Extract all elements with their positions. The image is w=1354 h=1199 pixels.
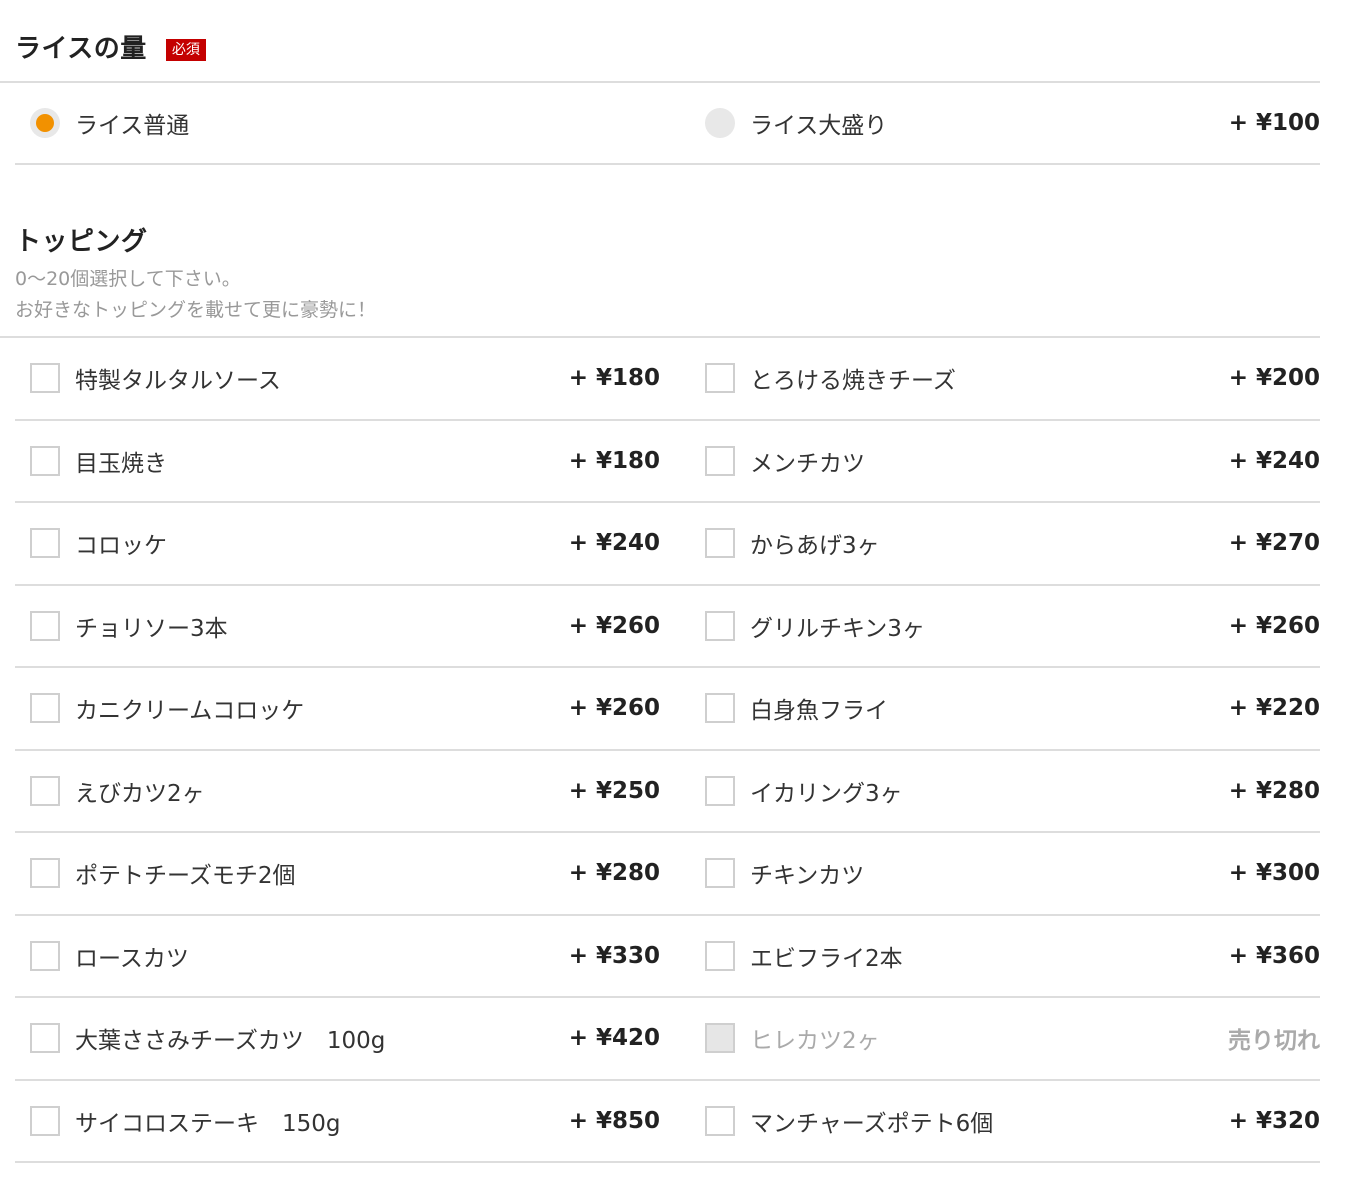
topping-option[interactable]: マンチャーズポテト6個 + ¥320 bbox=[690, 1081, 1320, 1161]
topping-option-label: からあげ3ヶ bbox=[750, 533, 880, 559]
topping-option-label: グリルチキン3ヶ bbox=[750, 615, 925, 642]
topping-option-label: エビフライ2本 bbox=[750, 945, 903, 972]
topping-option-label: サイコロステーキ 150g bbox=[75, 1110, 341, 1137]
topping-option[interactable]: コロッケ + ¥240 bbox=[15, 503, 660, 583]
rice-section-title: ライスの量 bbox=[15, 34, 147, 64]
topping-option: ヒレカツ2ヶ 売り切れ bbox=[690, 998, 1320, 1078]
topping-option-price: + ¥360 bbox=[1228, 942, 1320, 969]
topping-option[interactable]: ロースカツ + ¥330 bbox=[15, 916, 660, 996]
topping-option[interactable]: チキンカツ + ¥300 bbox=[690, 833, 1320, 913]
topping-option[interactable]: 特製タルタルソース + ¥180 bbox=[15, 338, 660, 418]
checkbox-icon[interactable] bbox=[30, 610, 60, 641]
topping-desc-line2: お好きなトッピングを載せて更に豪勢に！ bbox=[15, 299, 377, 321]
radio-unselected-icon[interactable] bbox=[705, 108, 735, 138]
topping-option-price: + ¥280 bbox=[568, 860, 660, 886]
rice-section-header: ライスの量 必須 bbox=[15, 28, 206, 65]
topping-option[interactable]: 白身魚フライ + ¥220 bbox=[690, 668, 1320, 748]
checkbox-icon[interactable] bbox=[30, 940, 60, 971]
checkbox-icon[interactable] bbox=[705, 775, 735, 806]
topping-option-price: + ¥220 bbox=[1228, 695, 1320, 721]
checkbox-icon[interactable] bbox=[30, 1023, 60, 1053]
checkbox-icon[interactable] bbox=[30, 363, 60, 393]
topping-option-price: + ¥260 bbox=[568, 612, 660, 639]
topping-option-price: + ¥260 bbox=[568, 695, 660, 721]
checkbox-icon[interactable] bbox=[705, 610, 735, 641]
checkbox-icon[interactable] bbox=[30, 775, 60, 806]
checkbox-icon[interactable] bbox=[705, 693, 735, 723]
checkbox-icon[interactable] bbox=[30, 528, 60, 558]
topping-option[interactable]: 目玉焼き + ¥180 bbox=[15, 421, 660, 501]
topping-option-label: メンチカツ bbox=[750, 450, 865, 477]
topping-option-price: + ¥330 bbox=[568, 942, 660, 969]
topping-option-label: 大葉ささみチーズカツ 100g bbox=[75, 1028, 386, 1054]
topping-option-price: + ¥300 bbox=[1228, 860, 1320, 886]
topping-option[interactable]: カニクリームコロッケ + ¥260 bbox=[15, 668, 660, 748]
topping-option[interactable]: からあげ3ヶ + ¥270 bbox=[690, 503, 1320, 583]
topping-option-price: + ¥180 bbox=[568, 365, 660, 391]
topping-option-price: + ¥260 bbox=[1228, 612, 1320, 639]
topping-option-price: + ¥280 bbox=[1228, 777, 1320, 804]
rice-option-label: ライス普通 bbox=[75, 113, 190, 139]
divider bbox=[15, 163, 1320, 165]
checkbox-icon[interactable] bbox=[30, 858, 60, 888]
topping-option-price: + ¥250 bbox=[568, 777, 660, 804]
topping-section-title: トッピング bbox=[15, 227, 148, 257]
topping-option-label: ポテトチーズモチ2個 bbox=[75, 863, 296, 889]
checkbox-icon[interactable] bbox=[30, 693, 60, 723]
radio-selected-icon[interactable] bbox=[30, 108, 60, 138]
divider bbox=[15, 1161, 1320, 1163]
topping-option-label: えびカツ2ヶ bbox=[75, 780, 205, 807]
topping-option-label: 目玉焼き bbox=[75, 450, 167, 477]
topping-option-label: カニクリームコロッケ bbox=[75, 698, 305, 724]
checkbox-icon[interactable] bbox=[705, 940, 735, 971]
topping-option-label: 白身魚フライ bbox=[750, 698, 888, 724]
topping-option-label: イカリング3ヶ bbox=[750, 780, 903, 807]
topping-option-price: + ¥240 bbox=[1228, 447, 1320, 474]
checkbox-icon[interactable] bbox=[705, 1105, 735, 1136]
rice-option-price: + ¥100 bbox=[1228, 110, 1320, 136]
topping-option[interactable]: メンチカツ + ¥240 bbox=[690, 421, 1320, 501]
rice-option-large[interactable]: ライス大盛り + ¥100 bbox=[690, 83, 1320, 163]
topping-section-header: トッピング 0～20個選択して下さい。 お好きなトッピングを載せて更に豪勢に！ bbox=[15, 221, 376, 326]
checkbox-icon[interactable] bbox=[30, 1105, 60, 1136]
topping-option[interactable]: ポテトチーズモチ2個 + ¥280 bbox=[15, 833, 660, 913]
topping-option[interactable]: グリルチキン3ヶ + ¥260 bbox=[690, 586, 1320, 666]
topping-desc-line1: 0～20個選択して下さい。 bbox=[15, 268, 241, 290]
topping-option[interactable]: とろける焼きチーズ + ¥200 bbox=[690, 338, 1320, 418]
checkbox-icon[interactable] bbox=[705, 363, 735, 393]
topping-option-price: + ¥240 bbox=[568, 530, 660, 556]
topping-option-label: マンチャーズポテト6個 bbox=[750, 1110, 994, 1137]
sold-out-label: 売り切れ bbox=[1228, 1028, 1320, 1054]
required-badge: 必須 bbox=[165, 38, 206, 61]
topping-option-label: とろける焼きチーズ bbox=[750, 368, 956, 394]
topping-option-price: + ¥850 bbox=[568, 1107, 660, 1134]
topping-option[interactable]: チョリソー3本 + ¥260 bbox=[15, 586, 660, 666]
checkbox-icon[interactable] bbox=[705, 858, 735, 888]
topping-option-price: + ¥180 bbox=[568, 447, 660, 474]
topping-option-label: 特製タルタルソース bbox=[75, 368, 281, 394]
topping-option[interactable]: 大葉ささみチーズカツ 100g + ¥420 bbox=[15, 998, 660, 1078]
topping-option-label: ロースカツ bbox=[75, 945, 189, 972]
topping-option-price: + ¥420 bbox=[568, 1025, 660, 1051]
topping-option-label: コロッケ bbox=[75, 533, 167, 559]
checkbox-icon bbox=[705, 1023, 735, 1053]
rice-option-regular[interactable]: ライス普通 bbox=[15, 83, 660, 163]
topping-option-label: チョリソー3本 bbox=[75, 615, 228, 642]
topping-option-label: ヒレカツ2ヶ bbox=[750, 1028, 880, 1054]
checkbox-icon[interactable] bbox=[705, 528, 735, 558]
topping-option-label: チキンカツ bbox=[750, 863, 865, 889]
checkbox-icon[interactable] bbox=[30, 445, 60, 476]
topping-option-price: + ¥200 bbox=[1228, 365, 1320, 391]
topping-option[interactable]: えびカツ2ヶ + ¥250 bbox=[15, 751, 660, 831]
checkbox-icon[interactable] bbox=[705, 445, 735, 476]
rice-option-label: ライス大盛り bbox=[750, 113, 888, 139]
topping-option[interactable]: エビフライ2本 + ¥360 bbox=[690, 916, 1320, 996]
topping-option-price: + ¥320 bbox=[1228, 1107, 1320, 1134]
topping-option[interactable]: サイコロステーキ 150g + ¥850 bbox=[15, 1081, 660, 1161]
topping-option-price: + ¥270 bbox=[1228, 530, 1320, 556]
topping-option[interactable]: イカリング3ヶ + ¥280 bbox=[690, 751, 1320, 831]
